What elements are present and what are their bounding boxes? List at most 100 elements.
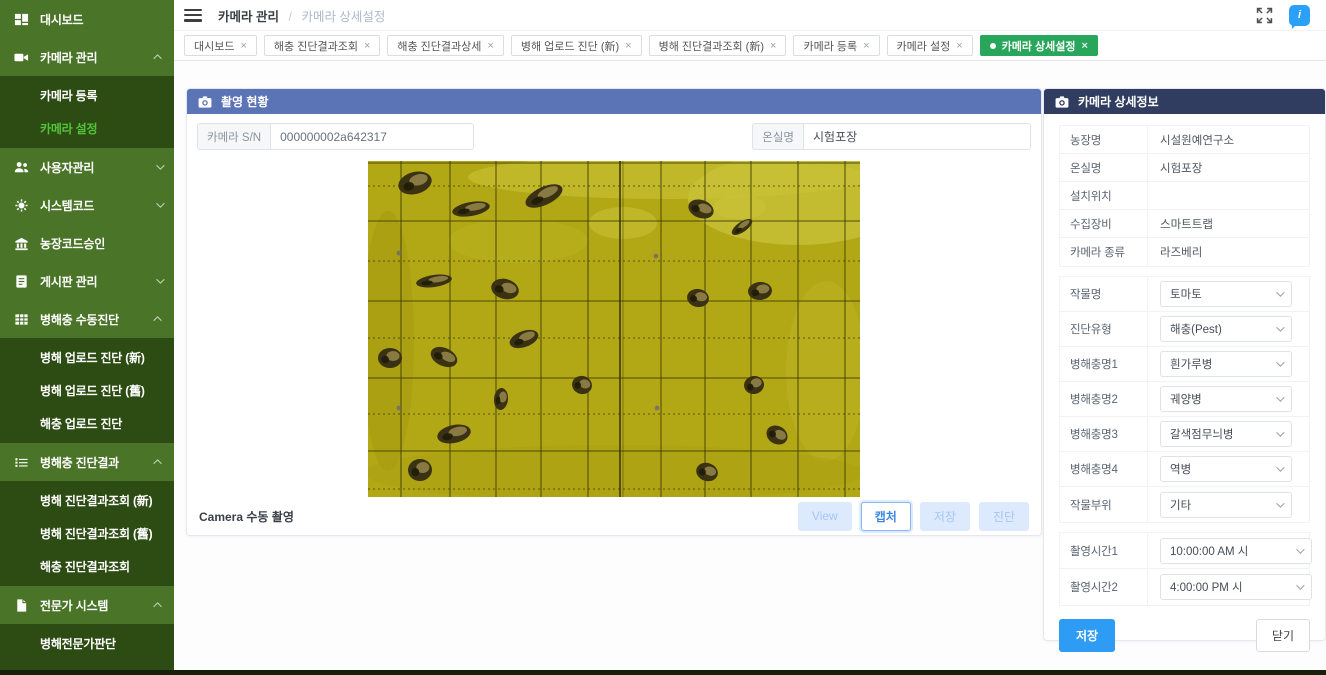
camera-sn-input[interactable] (270, 123, 474, 150)
breadcrumb-section[interactable]: 카메라 관리 (218, 10, 279, 24)
capture-button[interactable]: 캡처 (861, 502, 911, 531)
panel-title: 카메라 상세정보 (1078, 93, 1159, 110)
tab-4[interactable]: 병해 진단결과조회 (新) × (649, 35, 787, 56)
detail-row: 진단유형해충(Pest) (1060, 312, 1309, 347)
detail-row-value: 기타 (1148, 487, 1309, 522)
detail-row: 작물명토마토 (1060, 277, 1309, 312)
sticky-trap-photo (368, 161, 860, 497)
sidebar-item-camera-management[interactable]: 카메라 관리 (0, 38, 174, 76)
greenhouse-group: 온실명 (752, 123, 1031, 150)
tab-2[interactable]: 해충 진단결과상세× (387, 35, 503, 56)
sidebar-item-camera-settings[interactable]: 카메라 설정 (0, 112, 174, 145)
breadcrumb: 카메라 관리 / 카메라 상세설정 (218, 6, 385, 25)
save-button[interactable]: 저장 (920, 502, 970, 531)
sidebar-submenu: 병해전문가판단 (0, 624, 174, 675)
select-value: 기타 (1170, 497, 1191, 513)
tab-label: 병해 진단결과조회 (新) (659, 38, 764, 54)
tab-1[interactable]: 해충 진단결과조회 × (264, 35, 380, 56)
pest-name-2-select[interactable]: 궤양병 (1160, 386, 1292, 412)
tab-close-icon[interactable]: × (364, 40, 370, 52)
sidebar-item-pest-upload-diagnosis[interactable]: 해충 업로드 진단 (0, 407, 174, 440)
detail-row-value: 해충(Pest) (1148, 312, 1309, 346)
pest-name-3-select[interactable]: 갈색점무늬병 (1160, 421, 1292, 447)
close-button[interactable]: 닫기 (1256, 619, 1310, 652)
select-value: 갈색점무늬병 (1170, 426, 1233, 442)
save-button[interactable]: 저장 (1059, 619, 1115, 652)
sidebar-item-disease-upload-diagnosis-old[interactable]: 병해 업로드 진단 (舊) (0, 374, 174, 407)
tab-6[interactable]: 카메라 설정 × (887, 35, 973, 56)
sidebar-item-user-management[interactable]: 사용자관리 (0, 148, 174, 186)
tab-close-icon[interactable]: × (487, 40, 493, 52)
sidebar-item-camera-register[interactable]: 카메라 등록 (0, 79, 174, 112)
capture-status-panel: 촬영 현황 카메라 S/N 온실명 Camera 수동 촬영 View캡처저장진… (186, 88, 1042, 536)
sidebar-item-pest-result-search[interactable]: 해충 진단결과조회 (0, 550, 174, 583)
greenhouse-label: 온실명 (752, 123, 803, 150)
sidebar-item-label: 대시보드 (40, 11, 83, 28)
sidebar-item-pest-diagnosis-results[interactable]: 병해충 진단결과 (0, 443, 174, 481)
trap-photo-container (187, 161, 1041, 497)
chat-notification-icon[interactable]: i (1289, 5, 1310, 26)
tab-5[interactable]: 카메라 등록× (793, 35, 879, 56)
greenhouse-input[interactable] (803, 123, 1031, 150)
fullscreen-icon[interactable] (1256, 7, 1273, 24)
tab-close-icon[interactable]: × (625, 40, 631, 52)
detail-row-label: 작물부위 (1060, 487, 1148, 522)
pest-name-4-select[interactable]: 역병 (1160, 456, 1292, 482)
tab-close-icon[interactable]: × (863, 40, 869, 52)
breadcrumb-page: 카메라 상세설정 (301, 10, 385, 24)
camera-detail-panel: 카메라 상세정보 농장명시설원예연구소온실명시험포장설치위치수집장비스마트트랩카… (1043, 88, 1326, 641)
tab-label: 카메라 설정 (897, 38, 951, 54)
sidebar-item-disease-result-search-old[interactable]: 병해 진단결과조회 (舊) (0, 517, 174, 550)
capture-time-table: 촬영시간110:00:00 AM 시촬영시간24:00:00 PM 시 (1059, 532, 1310, 606)
tab-label: 해충 진단결과조회 (274, 38, 358, 54)
tab-3[interactable]: 병해 업로드 진단 (新)× (511, 35, 642, 56)
chevron-up-icon (153, 459, 161, 467)
diagnosis-type-select[interactable]: 해충(Pest) (1160, 316, 1292, 342)
detail-row-value: 역병 (1148, 452, 1309, 486)
sidebar-item-disease-expert-judgment[interactable]: 병해전문가판단 (0, 627, 174, 660)
tab-close-icon[interactable]: × (240, 40, 246, 52)
tab-active[interactable]: 카메라 상세설정× (980, 35, 1098, 56)
hamburger-menu-icon[interactable] (184, 9, 202, 22)
crop-name-select[interactable]: 토마토 (1160, 281, 1292, 307)
detail-row-value: 시설원예연구소 (1148, 126, 1309, 153)
chevron-down-icon (1276, 393, 1284, 401)
capture-time-2-select[interactable]: 4:00:00 PM 시 (1160, 574, 1312, 600)
capture-status-panel-header: 촬영 현황 (187, 89, 1041, 114)
chevron-down-icon (1276, 323, 1284, 331)
select-value: 4:00:00 PM 시 (1170, 579, 1243, 595)
sidebar-submenu: 카메라 등록카메라 설정 (0, 76, 174, 148)
chevron-up-icon (153, 602, 161, 610)
crop-part-select[interactable]: 기타 (1160, 492, 1292, 518)
list-icon (14, 455, 31, 470)
sidebar-item-disease-result-search-new[interactable]: 병해 진단결과조회 (新) (0, 484, 174, 517)
detail-row-label: 설치위치 (1060, 182, 1148, 209)
detail-row-label: 촬영시간1 (1060, 533, 1148, 568)
camera-info-table: 농장명시설원예연구소온실명시험포장설치위치수집장비스마트트랩카메라 종류라즈베리 (1059, 125, 1310, 267)
tab-close-icon[interactable]: × (1082, 40, 1088, 52)
sidebar-submenu: 병해 업로드 진단 (新)병해 업로드 진단 (舊)해충 업로드 진단 (0, 338, 174, 443)
pest-name-1-select[interactable]: 흰가루병 (1160, 351, 1292, 377)
tab-active-dot (990, 43, 996, 49)
sidebar-item-disease-upload-diagnosis-new[interactable]: 병해 업로드 진단 (新) (0, 341, 174, 374)
diagnose-button[interactable]: 진단 (979, 502, 1029, 531)
breadcrumb-separator: / (288, 10, 291, 24)
select-value: 해충(Pest) (1170, 321, 1222, 337)
capture-time-1-select[interactable]: 10:00:00 AM 시 (1160, 538, 1312, 564)
tab-close-icon[interactable]: × (956, 40, 962, 52)
detail-row-value: 4:00:00 PM 시 (1148, 569, 1312, 605)
tab-0[interactable]: 대시보드× (184, 35, 257, 56)
sidebar-item-label: 카메라 관리 (40, 49, 97, 66)
glare-highlight (714, 195, 766, 219)
sidebar-item-system-code[interactable]: 시스템코드 (0, 186, 174, 224)
app-window: 대시보드카메라 관리카메라 등록카메라 설정사용자관리시스템코드농장코드승인게시… (0, 0, 1326, 675)
detail-row: 병해충명2궤양병 (1060, 382, 1309, 417)
sidebar-item-board-management[interactable]: 게시판 관리 (0, 262, 174, 300)
sidebar-item-pest-manual-diagnosis[interactable]: 병해충 수동진단 (0, 300, 174, 338)
detail-row-value: 스마트트랩 (1148, 210, 1309, 237)
tab-close-icon[interactable]: × (770, 40, 776, 52)
sidebar-item-dashboard[interactable]: 대시보드 (0, 0, 174, 38)
view-button[interactable]: View (798, 502, 852, 531)
sidebar-item-expert-system[interactable]: 전문가 시스템 (0, 586, 174, 624)
sidebar-item-farm-code-approval[interactable]: 농장코드승인 (0, 224, 174, 262)
